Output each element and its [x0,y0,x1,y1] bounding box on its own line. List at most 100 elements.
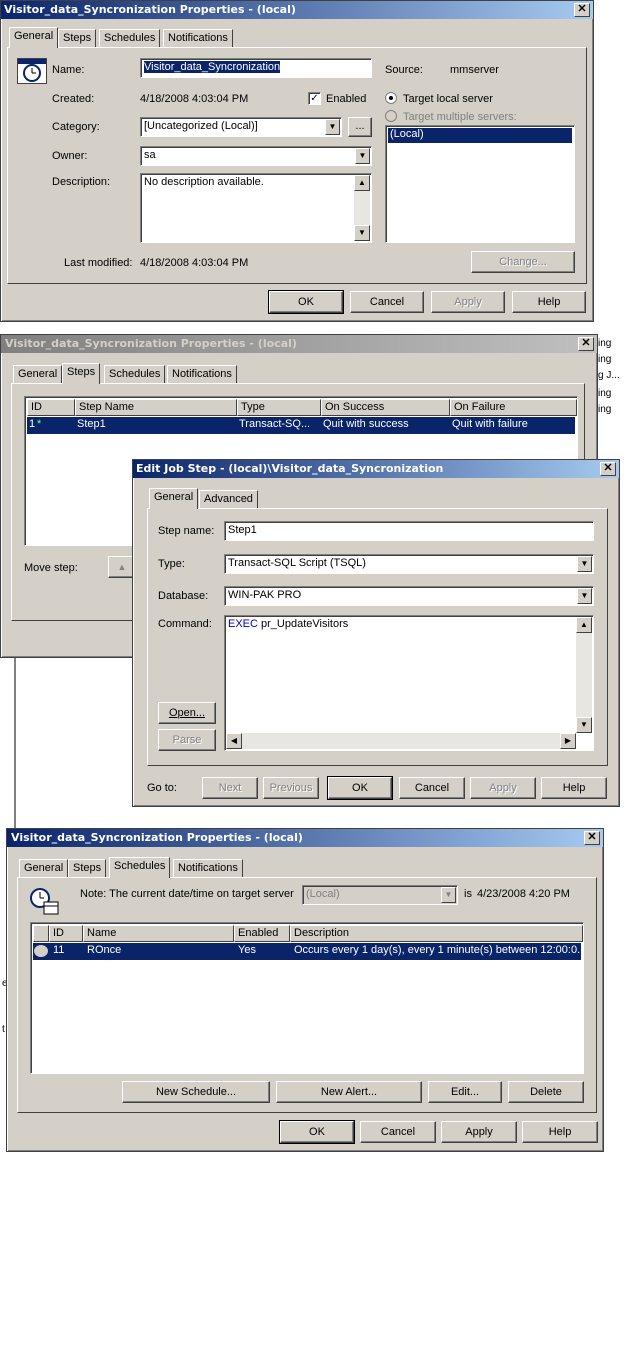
column-header-type[interactable]: Type [237,399,321,416]
job-clock-icon [17,58,47,84]
close-button[interactable]: ✕ [584,831,600,845]
tab-advanced[interactable]: Advanced [199,490,258,509]
column-header-on-failure[interactable]: On Failure [450,399,577,416]
tab-general[interactable]: General [19,859,69,878]
step-on-success: Quit with success [323,418,409,430]
list-item[interactable]: (Local) [388,128,572,143]
apply-button[interactable]: Apply [470,777,536,799]
tab-steps[interactable]: Steps [68,859,107,878]
close-button[interactable]: ✕ [578,337,594,351]
step-type: Transact-SQ... [239,418,311,430]
edit-schedule-button[interactable]: Edit... [428,1081,502,1103]
scroll-left-icon[interactable]: ◀ [226,733,242,749]
cancel-button[interactable]: Cancel [360,1121,436,1143]
schedule-enabled: Yes [238,944,256,956]
help-button[interactable]: Help [541,777,607,799]
tab-notifications[interactable]: Notifications [163,29,233,48]
tab-general[interactable]: General [13,365,63,384]
tab-steps[interactable]: Steps [62,363,101,384]
tab-notifications[interactable]: Notifications [167,365,237,384]
target-multiple-label: Target multiple servers: [403,111,517,123]
parse-button[interactable]: Parse [158,729,216,751]
description-value: No description available. [144,176,264,188]
ok-button[interactable]: OK [279,1120,355,1144]
created-value: 4/18/2008 4:03:04 PM [140,93,249,105]
next-button[interactable]: Next [202,777,258,799]
category-label: Category: [52,121,100,133]
target-local-radio[interactable] [385,92,397,104]
enabled-checkbox[interactable]: ✓ [308,92,321,105]
step-id: 1 [29,418,36,430]
tab-general[interactable]: General [149,488,199,509]
chevron-down-icon[interactable]: ▼ [325,119,340,135]
step-general-panel: Step name: Step1 Type: Transact-SQL Scri… [147,508,608,766]
name-label: Name: [52,64,85,76]
scroll-down-icon[interactable]: ▼ [354,225,370,241]
delete-schedule-button[interactable]: Delete [508,1081,584,1103]
tab-schedules[interactable]: Schedules [104,365,166,384]
help-button[interactable]: Help [522,1121,598,1143]
cancel-button[interactable]: Cancel [350,291,424,313]
scroll-right-icon[interactable]: ▶ [560,733,576,749]
chevron-down-icon[interactable]: ▼ [355,148,370,164]
tab-steps[interactable]: Steps [58,29,97,48]
column-header-on-success[interactable]: On Success [321,399,450,416]
scroll-down-icon[interactable]: ▼ [576,717,592,733]
tab-schedules[interactable]: Schedules [109,857,171,878]
name-value: Visitor_data_Syncronization [144,61,281,73]
browse-category-button[interactable]: ... [348,117,372,137]
column-header-id[interactable]: ID [27,399,75,416]
schedules-list[interactable]: ID Name Enabled Description 11 ROnce Yes… [30,922,584,1074]
description-scrollbar[interactable]: ▲ ▼ [354,175,370,241]
type-label: Type: [158,558,185,570]
ok-button[interactable]: OK [327,776,393,800]
column-header-id[interactable]: ID [49,925,83,942]
target-multiple-radio[interactable] [385,110,397,122]
owner-label: Owner: [52,150,88,162]
open-button[interactable]: Open... [158,702,216,724]
new-schedule-button[interactable]: New Schedule... [122,1081,270,1103]
chevron-down-icon[interactable]: ▼ [441,887,456,903]
step-on-failure: Quit with failure [452,418,528,430]
type-dropdown[interactable]: Transact-SQL Script (TSQL) ▼ [224,554,594,574]
column-header-step-name[interactable]: Step Name [75,399,237,416]
table-row[interactable]: 1 * Step1 Transact-SQ... Quit with succe… [27,417,575,434]
scroll-up-icon[interactable]: ▲ [354,175,370,191]
chevron-down-icon[interactable]: ▼ [577,588,592,604]
apply-button[interactable]: Apply [431,291,505,313]
tab-schedules[interactable]: Schedules [99,29,161,48]
schedule-description: Occurs every 1 day(s), every 1 minute(s)… [294,944,584,956]
close-button[interactable]: ✕ [574,3,590,17]
command-vertical-scrollbar[interactable]: ▲ ▼ [576,617,592,733]
step-name-input[interactable]: Step1 [224,521,594,541]
table-row[interactable]: 11 ROnce Yes Occurs every 1 day(s), ever… [33,943,584,960]
command-horizontal-scrollbar[interactable]: ◀ ▶ [226,733,576,749]
database-dropdown[interactable]: WIN-PAK PRO ▼ [224,586,594,606]
tab-general[interactable]: General [9,27,59,48]
column-header-name[interactable]: Name [83,925,234,942]
scroll-up-icon[interactable]: ▲ [576,617,592,633]
new-alert-button[interactable]: New Alert... [276,1081,422,1103]
cancel-button[interactable]: Cancel [399,777,465,799]
help-button[interactable]: Help [512,291,586,313]
close-button[interactable]: ✕ [600,462,616,476]
change-button[interactable]: Change... [471,251,575,273]
tab-notifications[interactable]: Notifications [173,859,243,878]
database-value: WIN-PAK PRO [228,589,302,601]
description-textarea[interactable]: No description available. ▲ ▼ [140,173,372,243]
source-value: mmserver [450,64,499,76]
column-header-description[interactable]: Description [290,925,583,942]
owner-dropdown[interactable]: sa ▼ [140,146,372,166]
target-server-dropdown[interactable]: (Local) ▼ [302,885,458,905]
column-header-enabled[interactable]: Enabled [234,925,290,942]
command-label: Command: [158,618,212,630]
target-servers-list[interactable]: (Local) [385,125,575,243]
command-editor[interactable]: EXEC pr_UpdateVisitors ▲ ▼ ◀ ▶ [224,615,594,751]
previous-button[interactable]: Previous [263,777,319,799]
chevron-down-icon[interactable]: ▼ [577,556,592,572]
type-value: Transact-SQL Script (TSQL) [228,557,366,569]
name-input[interactable]: Visitor_data_Syncronization [140,58,372,78]
category-dropdown[interactable]: [Uncategorized (Local)] ▼ [140,117,342,137]
ok-button[interactable]: OK [268,290,344,314]
apply-button[interactable]: Apply [441,1121,517,1143]
